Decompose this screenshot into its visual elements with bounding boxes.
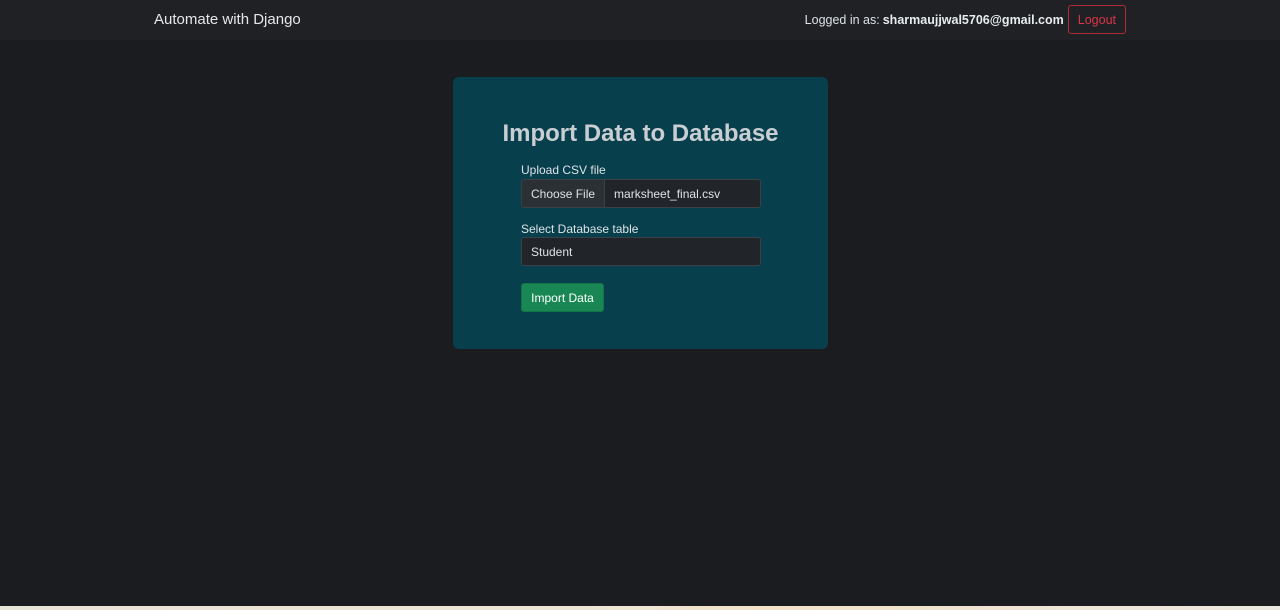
user-area: Logged in as: sharmaujjwal5706@gmail.com…	[805, 5, 1126, 34]
database-table-label: Select Database table	[521, 222, 639, 236]
user-email: sharmaujjwal5706@gmail.com	[882, 12, 1064, 27]
bottom-edge-strip	[0, 606, 1280, 610]
choose-file-button[interactable]: Choose File	[522, 180, 606, 207]
logout-button[interactable]: Logout	[1067, 5, 1126, 34]
import-card: Import Data to Database Upload CSV file …	[453, 77, 828, 349]
database-table-selected-value: Student	[531, 244, 573, 259]
logged-in-label: Logged in as:	[804, 12, 880, 27]
database-table-select[interactable]: Student	[521, 237, 761, 266]
import-data-button[interactable]: Import Data	[521, 283, 604, 312]
navbar-brand[interactable]: Automate with Django	[154, 11, 301, 28]
csv-file-label: Upload CSV file	[521, 163, 606, 177]
page-title: Import Data to Database	[502, 120, 779, 147]
csv-file-input[interactable]: Choose File marksheet_final.csv	[521, 179, 761, 208]
selected-file-name: marksheet_final.csv	[614, 186, 721, 201]
top-navbar: Automate with Django Logged in as: sharm…	[0, 0, 1280, 40]
